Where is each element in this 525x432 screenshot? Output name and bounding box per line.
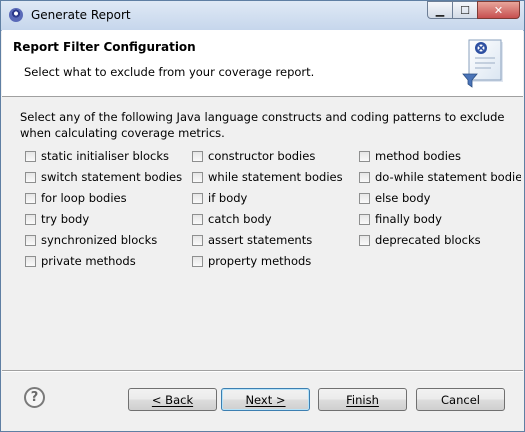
checkbox[interactable] [192,213,203,225]
finish-button-label: Finish [346,392,379,407]
option-try-body[interactable]: try body [25,211,89,227]
option-label: while statement bodies [208,170,343,184]
checkbox[interactable] [25,255,36,267]
option-catch-body[interactable]: catch body [192,211,272,227]
option-if-body[interactable]: if body [192,190,247,206]
option-label: assert statements [208,233,313,247]
report-filter-wizard-icon [462,39,503,88]
option-label: property methods [208,254,312,268]
wizard-header: Report Filter Configuration Select what … [2,30,523,97]
option-label: catch body [208,212,272,226]
checkbox[interactable] [25,213,36,225]
option-label: try body [41,212,90,226]
option-constructor-bodies[interactable]: constructor bodies [192,148,315,164]
option-static-initialiser-blocks[interactable]: static initialiser blocks [25,148,169,164]
option-label: else body [375,191,431,205]
instructions-text: Select any of the following Java languag… [20,110,505,140]
option-label: method bodies [375,149,461,163]
finish-button[interactable]: Finish [318,388,407,411]
title-bar[interactable]: Generate Report ▁ ☐ ✕ [1,1,524,31]
option-label: for loop bodies [41,191,127,205]
option-synchronized-blocks[interactable]: synchronized blocks [25,232,157,248]
checkbox[interactable] [359,192,370,204]
option-method-bodies[interactable]: method bodies [359,148,461,164]
minimize-button[interactable]: ▁ [427,1,453,19]
option-label: synchronized blocks [41,233,158,247]
back-button[interactable]: < Back [128,388,217,411]
checkbox[interactable] [359,234,370,246]
close-icon: ✕ [493,3,504,17]
option-label: switch statement bodies [41,170,183,184]
minimize-icon: ▁ [435,3,445,17]
help-icon: ? [30,390,39,405]
window-controls: ▁ ☐ ✕ [427,1,520,21]
maximize-button[interactable]: ☐ [452,1,478,19]
option-switch-statement-bodies[interactable]: switch statement bodies [25,169,182,185]
checkbox[interactable] [192,150,203,162]
footer-separator [2,370,523,372]
option-label: constructor bodies [208,149,316,163]
option-label: static initialiser blocks [41,149,170,163]
option-deprecated-blocks[interactable]: deprecated blocks [359,232,481,248]
option-finally-body[interactable]: finally body [359,211,442,227]
maximize-icon: ☐ [460,3,470,17]
checkbox[interactable] [25,171,36,183]
option-label: do-while statement bodies [375,170,521,184]
checkbox[interactable] [192,255,203,267]
generate-report-dialog: Generate Report ▁ ☐ ✕ Report Filter Conf… [0,0,525,432]
option-property-methods[interactable]: property methods [192,253,311,269]
option-do-while-statement-bodies[interactable]: do-while statement bodies [359,169,521,185]
checkbox[interactable] [192,192,203,204]
option-else-body[interactable]: else body [359,190,430,206]
checkbox[interactable] [25,234,36,246]
checkbox[interactable] [192,234,203,246]
option-label: finally body [375,212,442,226]
option-while-statement-bodies[interactable]: while statement bodies [192,169,343,185]
option-label: if body [208,191,248,205]
next-button-label: Next > [245,392,286,407]
option-label: deprecated blocks [375,233,481,247]
next-button[interactable]: Next > [221,388,310,411]
cancel-button-label: Cancel [441,392,480,407]
page-description: Select what to exclude from your coverag… [24,65,315,79]
option-for-loop-bodies[interactable]: for loop bodies [25,190,127,206]
close-button[interactable]: ✕ [477,1,520,19]
checkbox[interactable] [359,150,370,162]
option-private-methods[interactable]: private methods [25,253,136,269]
eclipse-icon [9,8,23,22]
checkbox[interactable] [359,213,370,225]
page-title: Report Filter Configuration [13,40,196,54]
checkbox[interactable] [192,171,203,183]
option-label: private methods [41,254,136,268]
window-title: Generate Report [31,8,131,22]
back-button-label: < Back [151,392,194,407]
help-button[interactable]: ? [24,387,45,408]
checkbox[interactable] [25,150,36,162]
checkbox[interactable] [25,192,36,204]
option-assert-statements[interactable]: assert statements [192,232,312,248]
checkbox[interactable] [359,171,370,183]
cancel-button[interactable]: Cancel [416,388,505,411]
